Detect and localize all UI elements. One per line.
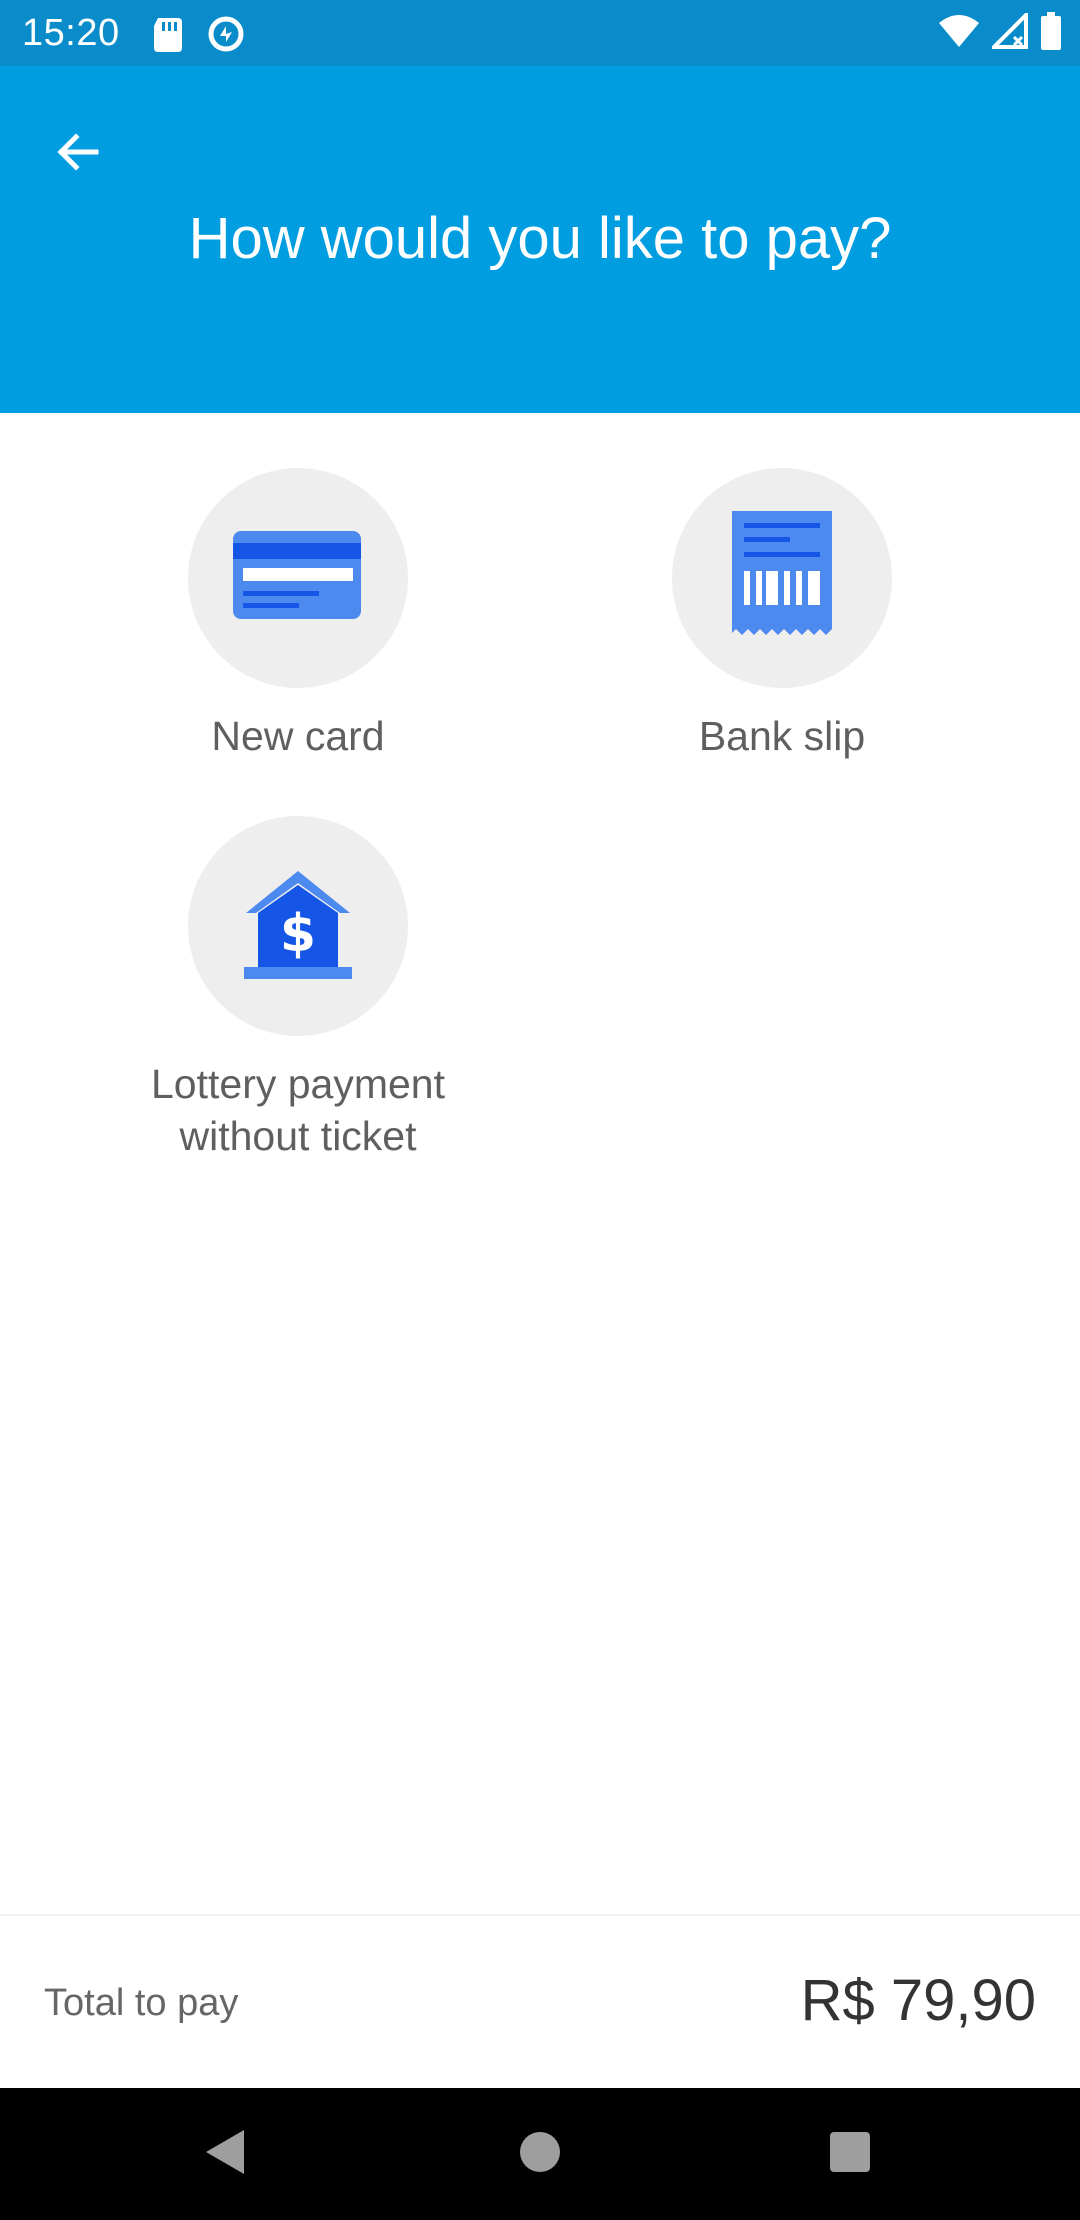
- lottery-payment-label-text: Lottery payment without ticket: [151, 1061, 445, 1159]
- lottery-payment-label: Lottery payment without ticket: [98, 1058, 498, 1162]
- nav-recents-button[interactable]: [806, 2110, 894, 2198]
- data-saver-icon: [206, 14, 246, 54]
- option-icon-circle: $: [188, 816, 408, 1036]
- bank-slip-option[interactable]: Bank slip: [582, 468, 982, 762]
- new-card-label: New card: [211, 713, 385, 759]
- new-card-option[interactable]: New card: [98, 468, 498, 762]
- bank-slip-icon: [730, 510, 834, 646]
- nav-home-button[interactable]: [496, 2110, 584, 2198]
- total-footer: Total to pay R$ 79,90: [0, 1914, 1080, 2090]
- total-label: Total to pay: [44, 1982, 239, 2024]
- wifi-icon: [938, 13, 980, 54]
- page-title: How would you like to pay?: [188, 206, 892, 271]
- credit-card-icon: [233, 530, 363, 626]
- signal-icon: [989, 9, 1028, 54]
- option-icon-circle: [672, 468, 892, 688]
- app-bar: How would you like to pay?: [0, 66, 1080, 413]
- option-icon-circle: [188, 468, 408, 688]
- svg-text:$: $: [280, 904, 316, 964]
- nav-back-button[interactable]: [182, 2110, 270, 2198]
- nav-recents-icon: [829, 2131, 871, 2178]
- lottery-bank-icon: $: [242, 869, 354, 984]
- bank-slip-label: Bank slip: [698, 713, 866, 759]
- back-button[interactable]: [40, 116, 116, 192]
- lottery-payment-option[interactable]: $ Lottery payment without ticket: [98, 816, 498, 1162]
- arrow-back-icon: [54, 128, 102, 181]
- nav-home-icon: [519, 2131, 561, 2178]
- navigation-bar: [0, 2088, 1080, 2220]
- status-bar: 15:20: [0, 0, 1080, 66]
- status-right-icons: [938, 9, 1062, 55]
- total-value: R$ 79,90: [800, 1968, 1036, 2033]
- nav-back-icon: [204, 2128, 248, 2181]
- status-left-icons: [150, 14, 246, 54]
- sd-card-icon: [150, 14, 186, 54]
- status-time: 15:20: [22, 12, 120, 54]
- battery-icon: [1040, 11, 1062, 55]
